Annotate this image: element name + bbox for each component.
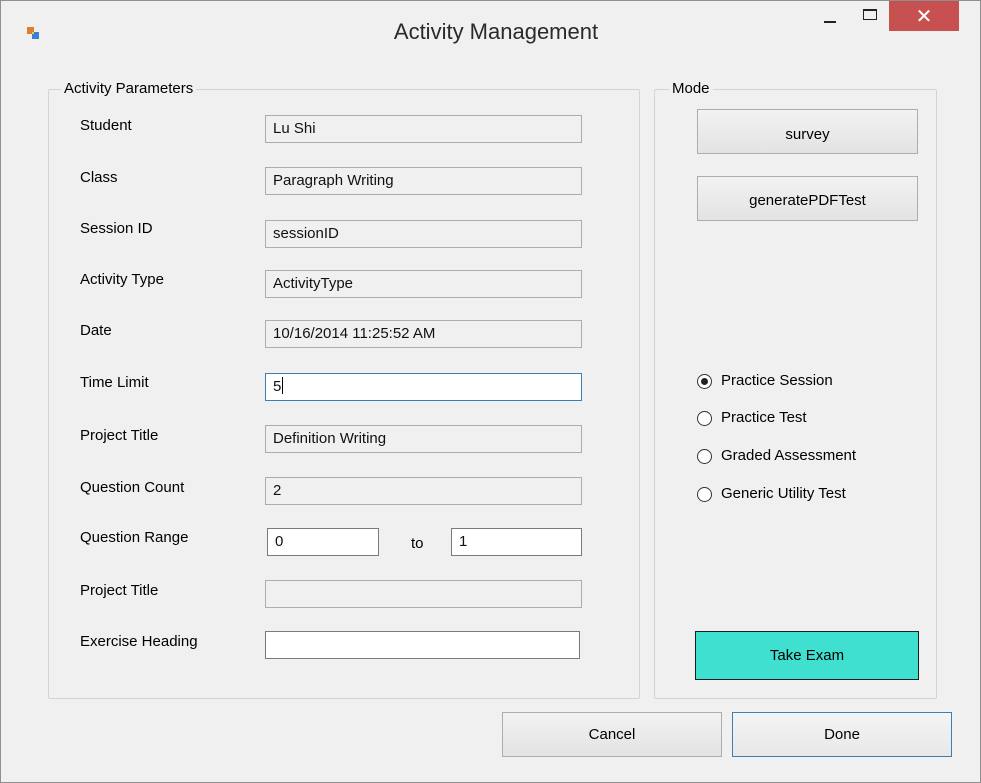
minimize-icon	[824, 21, 836, 23]
student-label: Student	[80, 117, 132, 134]
time-limit-value: 5	[273, 378, 282, 395]
radio-graded-assessment-circle	[697, 449, 712, 464]
time-limit-input[interactable]: 5	[265, 373, 582, 401]
close-button[interactable]: ✕	[889, 1, 959, 31]
radio-practice-test-circle	[697, 411, 712, 426]
session-id-field[interactable]: sessionID	[265, 220, 582, 248]
minimize-button[interactable]	[811, 1, 849, 29]
project-title-field[interactable]: Definition Writing	[265, 425, 582, 453]
radio-practice-session-circle	[697, 374, 712, 389]
generate-pdf-test-button[interactable]: generatePDFTest	[697, 176, 918, 221]
activity-type-field[interactable]: ActivityType	[265, 270, 582, 298]
take-exam-button[interactable]: Take Exam	[695, 631, 919, 680]
time-limit-label: Time Limit	[80, 374, 149, 391]
question-range-label: Question Range	[80, 529, 189, 546]
question-range-from-input[interactable]: 0	[267, 528, 379, 556]
exercise-heading-label: Exercise Heading	[80, 633, 198, 650]
survey-button[interactable]: survey	[697, 109, 918, 154]
class-field[interactable]: Paragraph Writing	[265, 167, 582, 195]
activity-parameters-legend: Activity Parameters	[61, 80, 197, 97]
radio-generic-utility-test-label: Generic Utility Test	[721, 485, 846, 502]
activity-type-label: Activity Type	[80, 271, 164, 288]
generate-pdf-test-button-label: generatePDFTest	[749, 192, 866, 209]
close-icon: ✕	[915, 4, 933, 28]
project-title-label: Project Title	[80, 427, 159, 444]
cancel-button[interactable]: Cancel	[502, 712, 722, 757]
take-exam-button-label: Take Exam	[769, 647, 845, 664]
question-count-label: Question Count	[80, 479, 185, 496]
radio-practice-session-label: Practice Session	[721, 372, 833, 389]
radio-selected-dot	[701, 378, 708, 385]
done-button[interactable]: Done	[732, 712, 952, 757]
project-title-2-field[interactable]	[265, 580, 582, 608]
session-id-label: Session ID	[80, 220, 153, 237]
survey-button-label: survey	[785, 126, 830, 143]
done-button-label: Done	[824, 726, 860, 743]
exercise-heading-input[interactable]	[265, 631, 580, 659]
project-title-2-label: Project Title	[80, 582, 159, 599]
maximize-icon	[863, 9, 877, 20]
maximize-button[interactable]	[849, 1, 889, 29]
date-field[interactable]: 10/16/2014 11:25:52 AM	[265, 320, 582, 348]
question-range-to-input[interactable]: 1	[451, 528, 582, 556]
question-range-to-label: to	[411, 535, 424, 552]
student-field[interactable]: Lu Shi	[265, 115, 582, 143]
radio-generic-utility-test-circle	[697, 487, 712, 502]
class-label: Class	[80, 169, 118, 186]
radio-graded-assessment-label: Graded Assessment	[721, 447, 857, 464]
cancel-button-label: Cancel	[588, 726, 636, 743]
activity-management-window: Activity Management ✕ Activity Parameter…	[0, 0, 981, 783]
question-count-field[interactable]: 2	[265, 477, 582, 505]
date-label: Date	[80, 322, 112, 339]
title-bar[interactable]: Activity Management ✕	[1, 1, 980, 63]
radio-practice-test-label: Practice Test	[721, 409, 807, 426]
text-caret	[282, 377, 284, 394]
mode-legend: Mode	[669, 80, 713, 97]
